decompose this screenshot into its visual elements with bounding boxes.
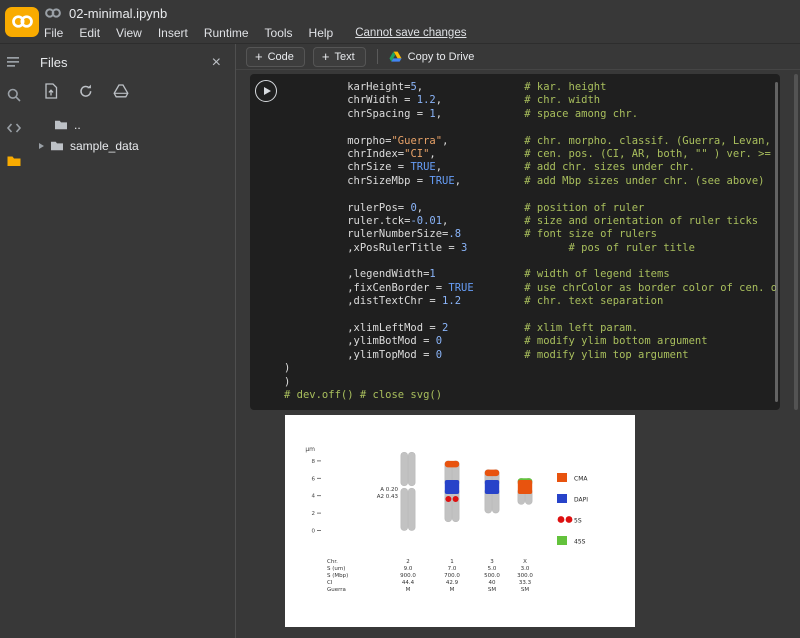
svg-text:2: 2	[406, 559, 410, 565]
plus-icon: +	[322, 52, 330, 62]
colab-logo[interactable]	[0, 0, 44, 43]
code-cell[interactable]: karHeight=5, # kar. height chrWidth = 1.…	[250, 74, 780, 410]
svg-text:SM: SM	[521, 587, 529, 593]
karyotype-plot: µm8642029.0900.044.4M17.0700.042.9M35.05…	[285, 415, 635, 627]
svg-text:M: M	[406, 587, 411, 593]
svg-text:Chr.: Chr.	[327, 559, 338, 565]
svg-text:7.0: 7.0	[448, 566, 457, 572]
menu-help[interactable]: Help	[309, 26, 334, 40]
plus-icon: +	[255, 52, 263, 62]
add-text-button[interactable]: + Text	[313, 47, 366, 67]
cell-output: µm8642029.0900.044.4M17.0700.042.9M35.05…	[285, 415, 635, 627]
upload-file-icon[interactable]	[42, 82, 60, 100]
svg-text:1: 1	[450, 559, 454, 565]
cell-scrollbar[interactable]	[775, 82, 778, 402]
refresh-icon[interactable]	[77, 82, 95, 100]
tree-item-parent-dir[interactable]: ..	[28, 114, 235, 135]
file-tree: .. sample_data	[28, 108, 235, 156]
close-icon[interactable]: ×	[212, 56, 221, 70]
colab-file-icon	[44, 7, 62, 19]
notebook-filename[interactable]: 02-minimal.ipynb	[69, 6, 167, 21]
drive-icon	[389, 51, 402, 63]
copy-to-drive-button[interactable]: Copy to Drive	[389, 51, 475, 63]
svg-text:3.0: 3.0	[521, 566, 530, 572]
menu-tools[interactable]: Tools	[265, 26, 293, 40]
menu-file[interactable]: File	[44, 26, 63, 40]
svg-text:A 0.20: A 0.20	[380, 487, 398, 493]
svg-text:700.0: 700.0	[444, 573, 460, 579]
files-icon[interactable]	[6, 153, 22, 169]
svg-text:500.0: 500.0	[484, 573, 500, 579]
svg-text:33.3: 33.3	[519, 580, 532, 586]
toolbar-divider	[377, 49, 378, 64]
svg-text:µm: µm	[305, 446, 315, 453]
search-icon[interactable]	[6, 87, 22, 103]
menu-edit[interactable]: Edit	[79, 26, 100, 40]
svg-text:2: 2	[312, 511, 316, 517]
files-panel-title: Files	[40, 55, 67, 70]
table-of-contents-icon[interactable]	[6, 54, 22, 70]
svg-text:CMA: CMA	[574, 476, 588, 483]
svg-text:300.0: 300.0	[517, 573, 533, 579]
svg-text:5S: 5S	[574, 518, 582, 525]
infinity-icon	[11, 14, 34, 29]
menubar: File Edit View Insert Runtime Tools Help…	[44, 23, 800, 42]
code-snippets-icon[interactable]	[6, 120, 22, 136]
mount-drive-icon[interactable]	[112, 82, 130, 100]
file-title-row: 02-minimal.ipynb	[44, 3, 800, 23]
code-editor[interactable]: karHeight=5, # kar. height chrWidth = 1.…	[284, 81, 776, 404]
play-icon	[264, 87, 271, 95]
svg-text:4: 4	[312, 494, 316, 500]
colab-logo-badge	[5, 7, 39, 37]
tree-item-label: ..	[74, 118, 81, 132]
tree-item-label: sample_data	[70, 139, 139, 153]
menu-insert[interactable]: Insert	[158, 26, 188, 40]
files-panel-toolbar	[28, 76, 235, 108]
notebook-main: + Code + Text Copy to Drive karHeight=5,…	[236, 44, 800, 638]
svg-text:X: X	[523, 559, 527, 565]
svg-text:M: M	[450, 587, 455, 593]
svg-text:S (um): S (um)	[327, 566, 345, 572]
svg-text:Guerra: Guerra	[327, 587, 346, 593]
svg-text:DAPI: DAPI	[574, 497, 588, 504]
svg-text:9.0: 9.0	[404, 566, 413, 572]
add-text-label: Text	[334, 51, 354, 63]
save-status-link[interactable]: Cannot save changes	[355, 27, 466, 39]
menu-runtime[interactable]: Runtime	[204, 26, 249, 40]
folder-icon	[54, 119, 68, 131]
menu-view[interactable]: View	[116, 26, 142, 40]
files-panel: Files × ..	[28, 44, 236, 638]
main-scrollbar-thumb[interactable]	[794, 74, 798, 410]
notebook-toolbar: + Code + Text Copy to Drive	[236, 44, 800, 70]
chevron-right-icon[interactable]	[39, 143, 44, 149]
add-code-button[interactable]: + Code	[246, 47, 305, 67]
svg-text:42.9: 42.9	[446, 580, 459, 586]
svg-text:44.4: 44.4	[402, 580, 415, 586]
svg-text:8: 8	[312, 459, 316, 465]
tree-item-sample-data[interactable]: sample_data	[28, 135, 235, 156]
copy-to-drive-label: Copy to Drive	[408, 51, 475, 63]
svg-text:0: 0	[312, 529, 316, 535]
code-lines: karHeight=5, # kar. height chrWidth = 1.…	[284, 81, 776, 402]
svg-text:SM: SM	[488, 587, 496, 593]
app-header: 02-minimal.ipynb File Edit View Insert R…	[0, 0, 800, 44]
svg-text:S (Mbp): S (Mbp)	[327, 573, 348, 579]
add-code-label: Code	[268, 51, 294, 63]
svg-text:45S: 45S	[574, 539, 586, 546]
svg-text:900.0: 900.0	[400, 573, 416, 579]
svg-text:40: 40	[489, 580, 496, 586]
svg-text:A2 0.43: A2 0.43	[377, 494, 399, 500]
svg-text:5.0: 5.0	[488, 566, 497, 572]
left-icon-rail	[0, 44, 28, 638]
run-cell-button[interactable]	[255, 80, 277, 102]
folder-icon	[50, 140, 64, 152]
svg-text:3: 3	[490, 559, 494, 565]
svg-text:CI: CI	[327, 580, 333, 586]
svg-text:6: 6	[312, 476, 316, 482]
